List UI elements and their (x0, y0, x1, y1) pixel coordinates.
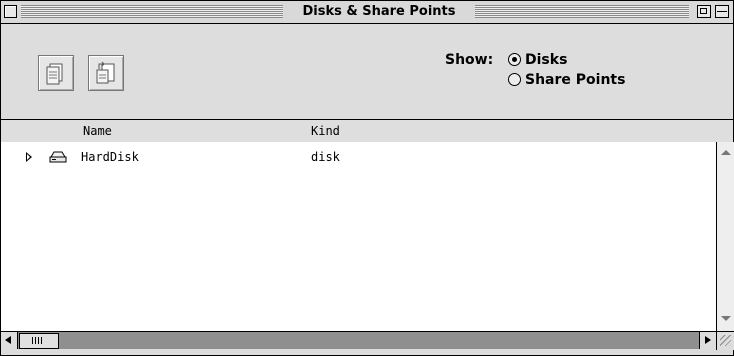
share-point-button[interactable] (88, 55, 124, 91)
resize-grow-box[interactable] (716, 331, 734, 350)
vertical-scrollbar[interactable] (716, 142, 734, 331)
scroll-right-arrow-icon[interactable] (699, 332, 716, 349)
column-header-kind[interactable]: Kind (311, 124, 340, 138)
title-bar-stripes-left (21, 5, 283, 18)
title-bar-stripes-right (475, 5, 689, 18)
scroll-up-arrow-icon[interactable] (721, 150, 731, 155)
horizontal-scroll-thumb[interactable] (19, 333, 59, 349)
radio-disks-label: Disks (525, 52, 568, 68)
radio-share-points-label: Share Points (525, 72, 626, 88)
disclosure-triangle-icon[interactable] (26, 152, 32, 162)
document-icon (46, 63, 63, 85)
radio-button-selected[interactable] (508, 52, 521, 66)
collapse-box[interactable] (715, 5, 729, 18)
title-bar[interactable]: Disks & Share Points (1, 1, 733, 24)
column-header-name[interactable]: Name (83, 124, 112, 138)
radio-disks[interactable]: Disks (508, 52, 567, 70)
row-name: HardDisk (81, 150, 139, 164)
row-kind: disk (311, 150, 340, 164)
show-label: Show: (445, 52, 494, 68)
list-item[interactable]: HardDisk disk (1, 148, 716, 166)
toolbar: Show: Disks Share Points (1, 24, 733, 118)
horizontal-scrollbar[interactable] (1, 331, 716, 349)
share-document-icon (96, 61, 115, 84)
disks-share-points-window: Disks & Share Points Show: Disks Share P… (0, 0, 734, 356)
hard-disk-icon (49, 151, 67, 163)
scroll-left-arrow-icon[interactable] (1, 332, 18, 349)
zoom-box[interactable] (697, 5, 711, 18)
window-title: Disks & Share Points (283, 1, 475, 23)
radio-share-points[interactable]: Share Points (508, 72, 625, 90)
radio-button[interactable] (508, 72, 521, 86)
column-header: Name Kind (1, 119, 733, 143)
disk-list[interactable]: HardDisk disk (1, 142, 716, 331)
document-info-button[interactable] (38, 55, 74, 91)
scroll-down-arrow-icon[interactable] (721, 316, 731, 321)
close-box[interactable] (4, 5, 17, 18)
